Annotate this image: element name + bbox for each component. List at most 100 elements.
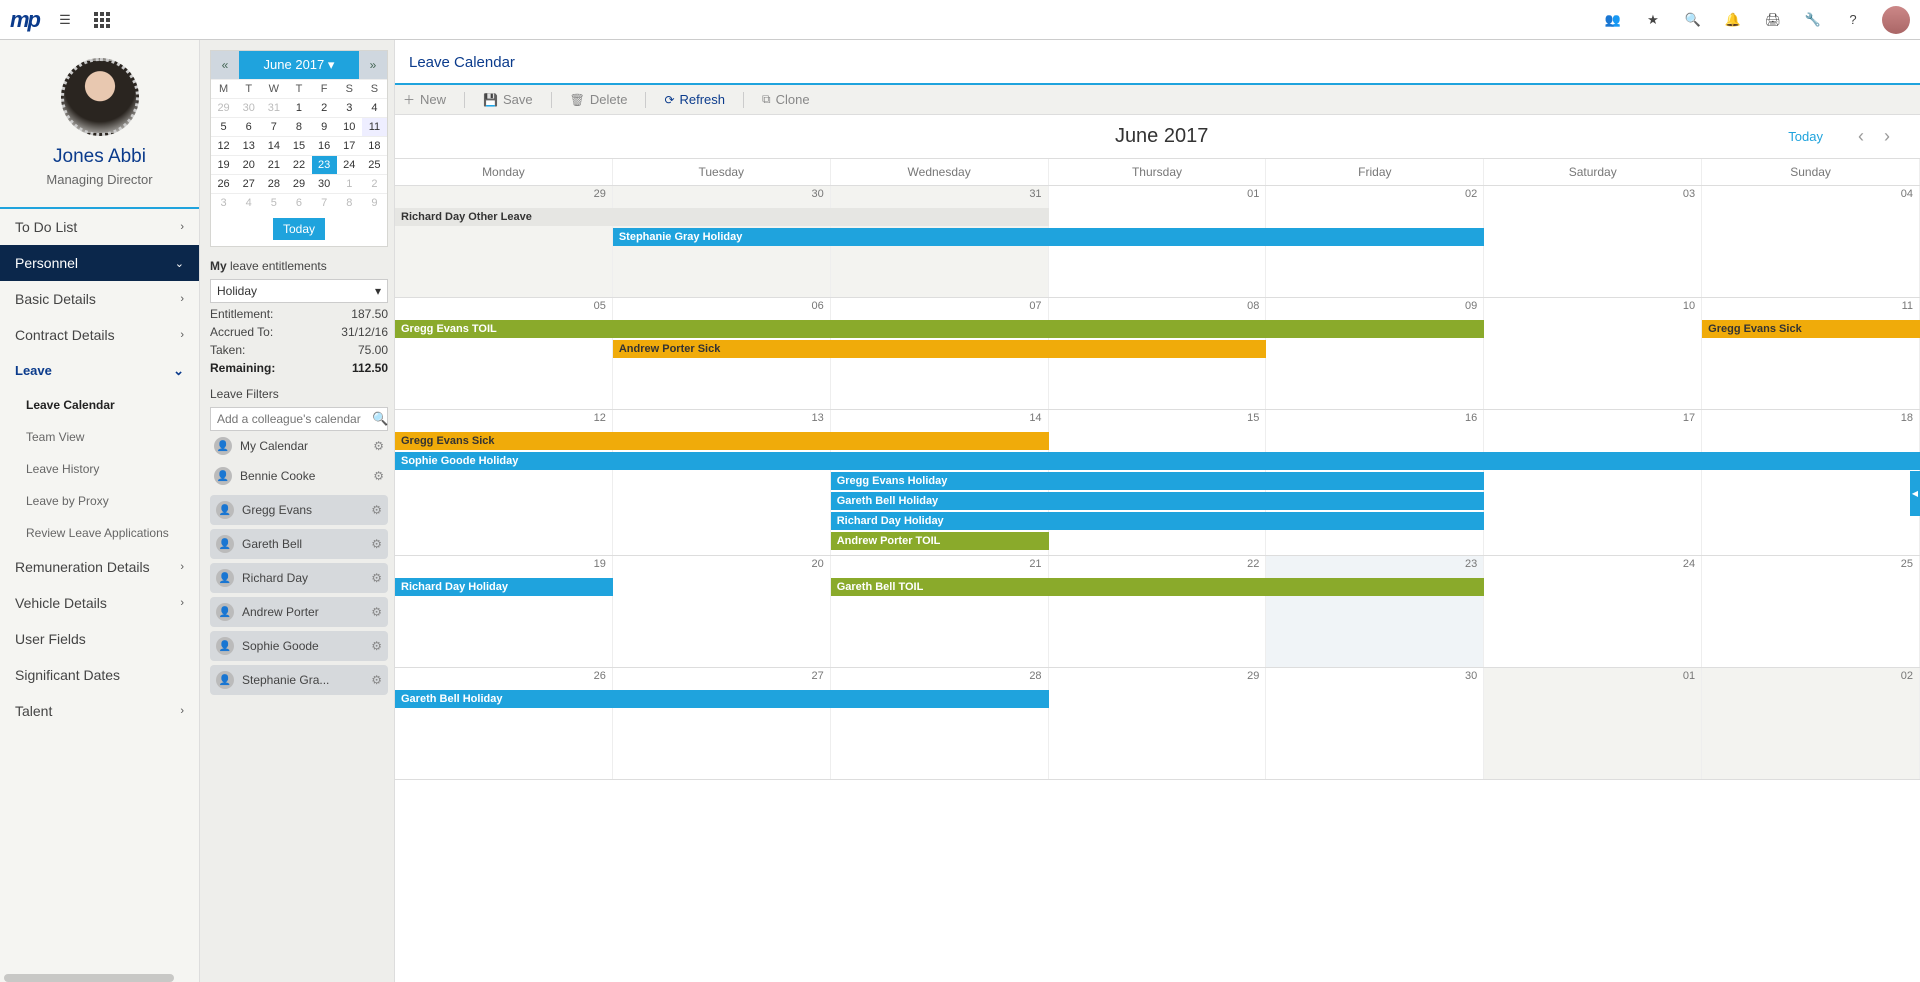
minical-day[interactable]: 3 xyxy=(211,193,236,212)
calendar-day-cell[interactable]: 04 xyxy=(1702,186,1920,297)
calendar-day-cell[interactable]: 30 xyxy=(1266,668,1484,779)
gear-icon[interactable]: ⚙ xyxy=(371,537,382,551)
calendar-filter-person[interactable]: 👤Gregg Evans⚙ xyxy=(210,495,388,525)
leave-bar[interactable]: Gareth Bell Holiday xyxy=(395,690,1049,708)
calendar-day-cell[interactable]: 19 xyxy=(395,556,613,667)
calendar-filter-person[interactable]: 👤Sophie Goode⚙ xyxy=(210,631,388,661)
calendar-filter-person[interactable]: 👤Bennie Cooke⚙ xyxy=(210,461,388,491)
minical-day[interactable]: 6 xyxy=(236,117,261,136)
minical-day[interactable]: 9 xyxy=(362,193,387,212)
nav-sub-leave-calendar[interactable]: Leave Calendar xyxy=(0,389,199,421)
apps-grid-icon[interactable] xyxy=(91,9,113,31)
nav-sub-team-view[interactable]: Team View xyxy=(0,421,199,453)
calendar-today-link[interactable]: Today xyxy=(1788,129,1823,144)
star-icon[interactable]: ★ xyxy=(1642,9,1664,31)
gear-icon[interactable]: ⚙ xyxy=(371,605,382,619)
minical-day[interactable]: 31 xyxy=(261,98,286,117)
minical-day[interactable]: 30 xyxy=(312,174,337,193)
colleague-search[interactable]: 🔍 xyxy=(210,407,388,431)
nav-item-vehicle-details[interactable]: Vehicle Details› xyxy=(0,585,199,621)
help-icon[interactable]: ? xyxy=(1842,9,1864,31)
leave-bar[interactable]: Gregg Evans Sick xyxy=(1702,320,1920,338)
minical-day[interactable]: 19 xyxy=(211,155,236,174)
nav-item-user-fields[interactable]: User Fields xyxy=(0,621,199,657)
calendar-day-cell[interactable]: 23 xyxy=(1266,556,1484,667)
calendar-day-cell[interactable]: 22 xyxy=(1049,556,1267,667)
leave-bar[interactable]: Gregg Evans TOIL xyxy=(395,320,1484,338)
bell-icon[interactable]: 🔔 xyxy=(1722,9,1744,31)
sidebar-scrollbar[interactable] xyxy=(4,974,174,982)
minical-day[interactable]: 30 xyxy=(236,98,261,117)
current-user-avatar[interactable] xyxy=(1882,6,1910,34)
minical-day[interactable]: 6 xyxy=(286,193,311,212)
minical-day[interactable]: 10 xyxy=(337,117,362,136)
gear-icon[interactable]: ⚙ xyxy=(371,639,382,653)
search-icon[interactable]: 🔍 xyxy=(1682,9,1704,31)
calendar-day-cell[interactable]: 01 xyxy=(1484,668,1702,779)
gear-icon[interactable]: ⚙ xyxy=(373,469,384,483)
new-button[interactable]: ＋New xyxy=(403,91,446,108)
minical-day[interactable]: 1 xyxy=(286,98,311,117)
minical-day[interactable]: 8 xyxy=(337,193,362,212)
minical-day[interactable]: 23 xyxy=(312,155,337,174)
calendar-day-cell[interactable]: 09 xyxy=(1266,298,1484,409)
nav-item-personnel[interactable]: Personnel⌄ xyxy=(0,245,199,281)
calendar-day-cell[interactable]: 26 xyxy=(395,668,613,779)
gear-icon[interactable]: ⚙ xyxy=(371,571,382,585)
leave-bar[interactable]: Andrew Porter Sick xyxy=(613,340,1267,358)
leave-bar[interactable]: Richard Day Holiday xyxy=(831,512,1485,530)
minical-day[interactable]: 2 xyxy=(362,174,387,193)
leave-bar[interactable]: Richard Day Other Leave xyxy=(395,208,1049,226)
gear-icon[interactable]: ⚙ xyxy=(373,439,384,453)
leave-bar[interactable]: Gregg Evans Sick xyxy=(395,432,1049,450)
minical-day[interactable]: 15 xyxy=(286,136,311,155)
leave-bar[interactable]: Gareth Bell TOIL xyxy=(831,578,1485,596)
calendar-day-cell[interactable]: 05 xyxy=(395,298,613,409)
calendar-day-cell[interactable]: 18 xyxy=(1702,410,1920,555)
calendar-day-cell[interactable]: 10 xyxy=(1484,298,1702,409)
wrench-icon[interactable]: 🔧 xyxy=(1802,9,1824,31)
minical-day[interactable]: 20 xyxy=(236,155,261,174)
minical-next-button[interactable]: » xyxy=(359,51,387,79)
minical-day[interactable]: 7 xyxy=(312,193,337,212)
calendar-next-button[interactable]: › xyxy=(1874,126,1900,147)
leave-bar[interactable]: Gareth Bell Holiday xyxy=(831,492,1485,510)
calendar-prev-button[interactable]: ‹ xyxy=(1848,126,1874,147)
minical-day[interactable]: 26 xyxy=(211,174,236,193)
calendar-day-cell[interactable]: 28 xyxy=(831,668,1049,779)
calendar-filter-my-calendar[interactable]: 👤 My Calendar ⚙ xyxy=(210,431,388,461)
gear-icon[interactable]: ⚙ xyxy=(371,503,382,517)
gear-icon[interactable]: ⚙ xyxy=(371,673,382,687)
minical-day[interactable]: 7 xyxy=(261,117,286,136)
minical-day[interactable]: 11 xyxy=(362,117,387,136)
minical-day[interactable]: 3 xyxy=(337,98,362,117)
calendar-filter-person[interactable]: 👤Stephanie Gra...⚙ xyxy=(210,665,388,695)
save-button[interactable]: 💾Save xyxy=(483,92,533,107)
colleague-search-input[interactable] xyxy=(217,412,372,426)
right-drawer-handle[interactable]: ◀ xyxy=(1910,471,1920,516)
calendar-filter-person[interactable]: 👤Andrew Porter⚙ xyxy=(210,597,388,627)
calendar-day-cell[interactable]: 29 xyxy=(395,186,613,297)
calendar-filter-person[interactable]: 👤Gareth Bell⚙ xyxy=(210,529,388,559)
calendar-filter-person[interactable]: 👤Richard Day⚙ xyxy=(210,563,388,593)
users-icon[interactable]: 👥 xyxy=(1602,9,1624,31)
leave-bar[interactable]: Richard Day Holiday xyxy=(395,578,613,596)
clone-button[interactable]: ⧉Clone xyxy=(762,92,810,107)
leave-bar[interactable]: Gregg Evans Holiday xyxy=(831,472,1485,490)
minical-day[interactable]: 16 xyxy=(312,136,337,155)
calendar-body[interactable]: 29303101020304Richard Day Other LeaveSte… xyxy=(395,186,1920,982)
delete-button[interactable]: 🗑Delete xyxy=(570,92,628,107)
minical-day[interactable]: 14 xyxy=(261,136,286,155)
minical-day[interactable]: 27 xyxy=(236,174,261,193)
nav-item-basic-details[interactable]: Basic Details› xyxy=(0,281,199,317)
refresh-button[interactable]: ⟳Refresh xyxy=(664,92,725,107)
nav-item-remuneration[interactable]: Remuneration Details› xyxy=(0,549,199,585)
minical-day[interactable]: 8 xyxy=(286,117,311,136)
minical-day[interactable]: 29 xyxy=(286,174,311,193)
leave-bar[interactable]: Andrew Porter TOIL xyxy=(831,532,1049,550)
nav-sub-leave-history[interactable]: Leave History xyxy=(0,453,199,485)
calendar-day-cell[interactable]: 17 xyxy=(1484,410,1702,555)
minical-day[interactable]: 2 xyxy=(312,98,337,117)
nav-item-todolist[interactable]: To Do List› xyxy=(0,209,199,245)
minical-today-button[interactable]: Today xyxy=(273,218,325,240)
